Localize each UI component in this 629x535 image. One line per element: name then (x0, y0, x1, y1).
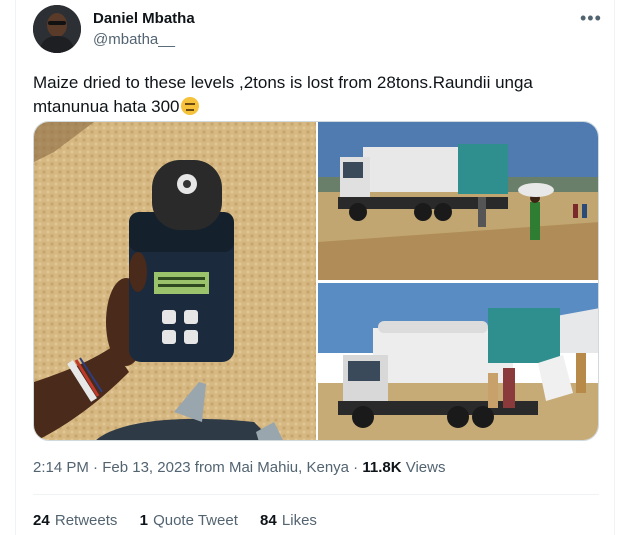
tweet-text: Maize dried to these levels ,2tons is lo… (33, 73, 533, 116)
tweet-date-location[interactable]: Feb 13, 2023 from Mai Mahiu, Kenya (102, 459, 349, 476)
avatar[interactable] (33, 5, 81, 53)
views-label: Views (401, 459, 446, 476)
quote-tweets-link[interactable]: 1 Quote Tweet (140, 512, 238, 529)
tweet-meta: 2:14 PM · Feb 13, 2023 from Mai Mahiu, K… (33, 459, 446, 476)
expressionless-face-icon (180, 97, 199, 115)
retweets-link[interactable]: 24 Retweets (33, 512, 117, 529)
tweet-time[interactable]: 2:14 PM (33, 459, 89, 476)
tweet-stats: 24 Retweets 1 Quote Tweet 84 Likes (33, 512, 335, 529)
views-count: 11.8K (362, 459, 402, 476)
divider (33, 494, 599, 495)
more-icon[interactable]: ••• (580, 8, 602, 29)
media-photo-moisture-meter[interactable] (34, 122, 316, 440)
media-grid (33, 121, 599, 441)
author-handle[interactable]: @mbatha__ (93, 31, 175, 48)
author-name[interactable]: Daniel Mbatha (93, 10, 195, 27)
likes-link[interactable]: 84 Likes (260, 512, 317, 529)
media-photo-truck-1[interactable] (318, 122, 598, 280)
media-photo-truck-2[interactable] (318, 283, 598, 440)
